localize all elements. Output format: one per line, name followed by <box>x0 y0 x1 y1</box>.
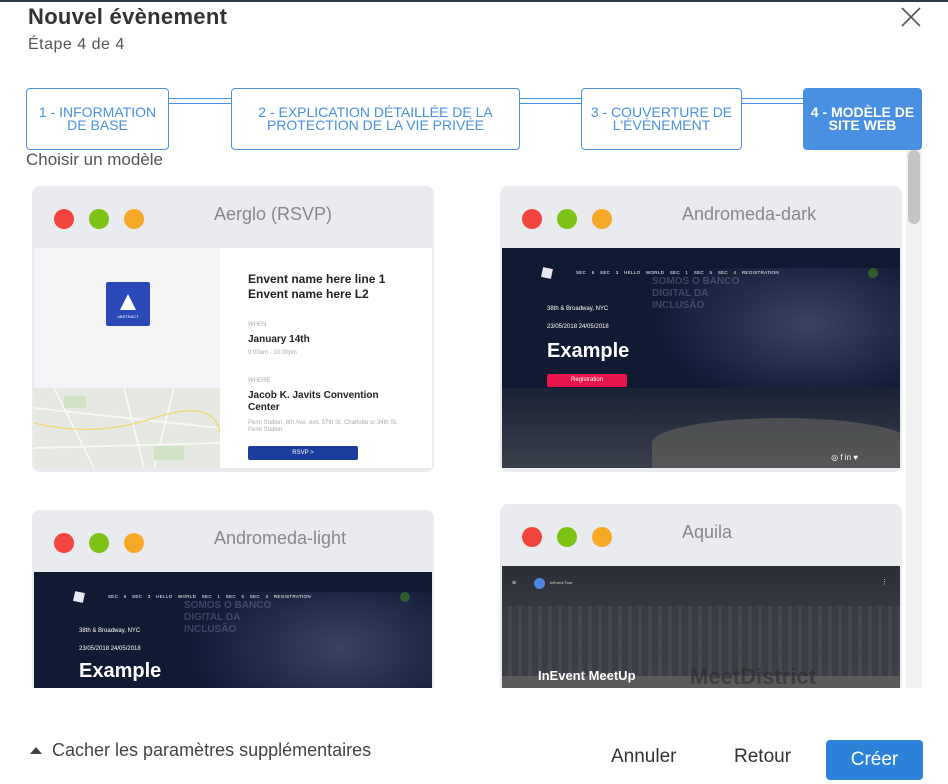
map-image <box>34 387 221 468</box>
event-time: 9:00am - 10:00pm <box>248 350 297 356</box>
step-connector <box>168 98 232 104</box>
template-name: Aerglo (RSVP) <box>214 204 333 224</box>
card-header: Andromeda-dark <box>500 186 902 248</box>
brand-logo <box>534 578 545 589</box>
toggle-extra-settings[interactable]: Cacher les paramètres supplémentaires <box>30 738 371 762</box>
card-header: Aquila <box>500 504 902 566</box>
preview-right-panel: Envent name here line 1 Envent name here… <box>220 248 432 468</box>
template-preview: ≡ InEvent Tour ⋮ MeetDistrict InEvent Me… <box>502 566 900 688</box>
top-border <box>0 0 948 2</box>
logo-icon: ABSTRACT <box>117 294 139 319</box>
template-card-aerglo[interactable]: Aerglo (RSVP) ABSTRACT Envent name here … <box>32 186 434 472</box>
brand-name: InEvent Tour <box>550 580 573 585</box>
step-1-basic-info[interactable]: 1 - INFORMATION DE BASE <box>26 88 169 150</box>
window-dot-green <box>89 533 109 553</box>
stepper: 1 - INFORMATION DE BASE 2 - EXPLICATION … <box>0 88 948 154</box>
template-preview: SEC 6 SEC 3 HELLO WORLD SEC 1 SEC 5 SEC … <box>502 248 900 468</box>
event-dates: 23/05/2018 24/05/2018 <box>79 646 141 652</box>
whatsapp-icon <box>400 592 410 602</box>
card-header: Andromeda-light <box>32 510 434 572</box>
whatsapp-icon <box>868 268 878 278</box>
step-connector <box>740 98 804 104</box>
window-dot-yellow <box>124 209 144 229</box>
event-date: January 14th <box>248 334 310 345</box>
create-button[interactable]: Créer <box>826 740 923 780</box>
more-icon: ⋮ <box>881 579 888 586</box>
window-dot-green <box>89 209 109 229</box>
template-preview: SEC 6 SEC 3 HELLO WORLD SEC 1 SEC 5 SEC … <box>34 572 432 688</box>
preview-nav: SEC 6 SEC 3 HELLO WORLD SEC 1 SEC 5 SEC … <box>576 270 779 275</box>
step-3-label: 3 - COUVERTURE DE L'ÉVÉNEMENT <box>590 104 733 133</box>
dialog-title: Nouvel évènement <box>28 4 228 29</box>
scrollbar[interactable] <box>906 150 922 688</box>
event-heading: InEvent MeetUp <box>538 668 636 683</box>
dialog-subtitle: Étape 4 de 4 <box>28 36 125 53</box>
registration-button: Registration <box>547 374 627 387</box>
choose-template-label: Choisir un modèle <box>26 150 164 169</box>
preview-stage-floor <box>652 418 900 468</box>
step-4-website-template[interactable]: 4 - MODÈLE DE SITE WEB <box>803 88 922 150</box>
window-dot-yellow <box>124 533 144 553</box>
template-preview: ABSTRACT Envent name here line 1 Envent … <box>34 248 432 468</box>
toggle-extra-settings-label: Cacher les paramètres supplémentaires <box>52 739 372 760</box>
window-dot-green <box>557 209 577 229</box>
social-icons: ◎ f in ♥ <box>831 453 858 462</box>
step-1-label: 1 - INFORMATION DE BASE <box>38 104 157 133</box>
caret-up-icon <box>30 746 42 754</box>
close-button[interactable] <box>898 4 924 30</box>
background-sign: MeetDistrict <box>690 664 816 688</box>
background-text: SOMOS O BANCO DIGITAL DA INCLUSÃO <box>184 600 272 635</box>
event-location: 38th & Broadway, NYC <box>79 628 141 634</box>
event-heading: Example <box>547 340 630 362</box>
window-dot-red <box>54 533 74 553</box>
close-icon <box>901 7 921 27</box>
event-location: 38th & Broadway, NYC <box>547 306 609 312</box>
brand-logo <box>541 267 553 279</box>
step-3-coverage[interactable]: 3 - COUVERTURE DE L'ÉVÉNEMENT <box>581 88 742 150</box>
template-name: Andromeda-light <box>214 528 347 548</box>
template-card-andromeda-dark[interactable]: Andromeda-dark SEC 6 SEC 3 HELLO WORLD S… <box>500 186 902 472</box>
when-label: WHEN <box>248 322 267 328</box>
background-text: SOMOS O BANCO DIGITAL DA INCLUSÃO <box>652 276 740 311</box>
template-grid[interactable]: Aerglo (RSVP) ABSTRACT Envent name here … <box>26 180 904 688</box>
event-address: Penn Station, 8th Ave. exit, 37th St. Ch… <box>248 420 398 433</box>
where-label: WHERE <box>248 378 271 384</box>
template-card-aquila[interactable]: Aquila ≡ InEvent Tour ⋮ MeetDistrict InE… <box>500 504 902 688</box>
preview-left-panel: ABSTRACT <box>34 248 221 468</box>
template-name: Aquila <box>682 522 733 542</box>
logo-text: ABSTRACT <box>117 314 139 319</box>
brand-logo <box>73 591 85 603</box>
rsvp-button: RSVP > <box>248 446 358 460</box>
window-dot-red <box>522 527 542 547</box>
step-2-privacy[interactable]: 2 - EXPLICATION DÉTAILLÉE DE LA PROTECTI… <box>231 88 520 150</box>
event-venue: Jacob K. Javits Convention Center <box>248 390 379 413</box>
menu-icon: ≡ <box>512 580 517 587</box>
event-title: Envent name here line 1 Envent name here… <box>248 272 386 301</box>
preview-nav: SEC 6 SEC 3 HELLO WORLD SEC 1 SEC 5 SEC … <box>108 594 311 599</box>
cancel-button[interactable]: Annuler <box>611 746 677 768</box>
window-dot-yellow <box>592 209 612 229</box>
scroll-thumb[interactable] <box>908 150 920 224</box>
event-dates: 23/05/2018 24/05/2018 <box>547 324 609 330</box>
step-4-label: 4 - MODÈLE DE SITE WEB <box>810 104 915 133</box>
step-connector <box>518 98 582 104</box>
card-header: Aerglo (RSVP) <box>32 186 434 248</box>
brand-logo: ABSTRACT <box>106 282 150 326</box>
event-heading: Example <box>79 660 162 682</box>
back-button[interactable]: Retour <box>734 746 791 768</box>
template-name: Andromeda-dark <box>682 204 817 224</box>
window-dot-red <box>522 209 542 229</box>
window-dot-red <box>54 209 74 229</box>
template-card-andromeda-light[interactable]: Andromeda-light SEC 6 SEC 3 HELLO WORLD … <box>32 510 434 688</box>
window-dot-green <box>557 527 577 547</box>
window-dot-yellow <box>592 527 612 547</box>
step-2-label: 2 - EXPLICATION DÉTAILLÉE DE LA PROTECTI… <box>258 104 493 133</box>
